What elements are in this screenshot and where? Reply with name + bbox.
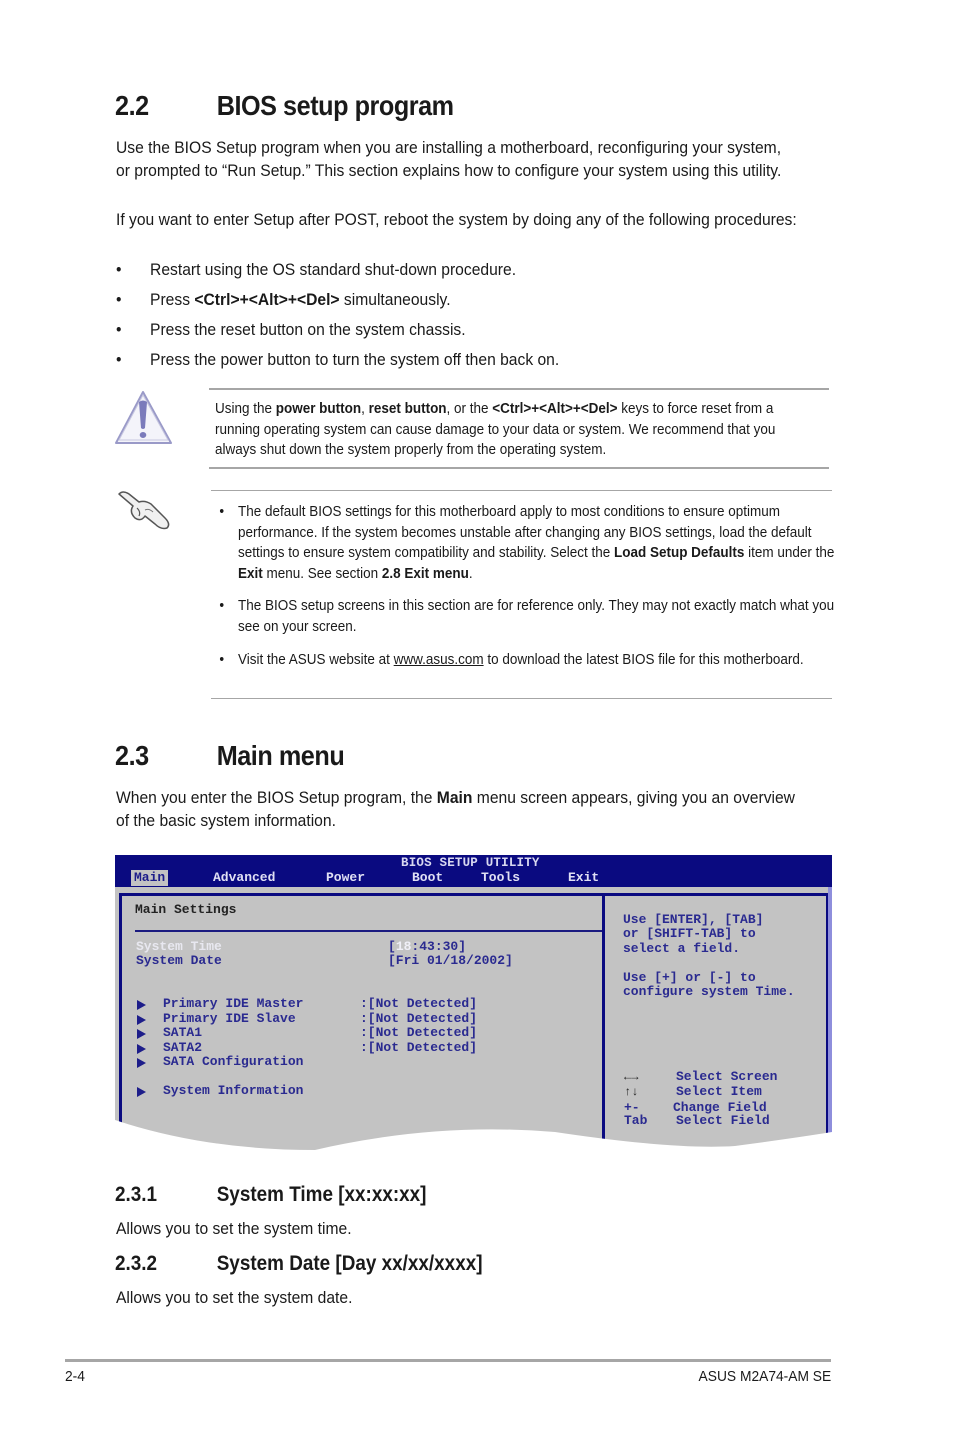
bios-heading: Main Settings [135, 902, 237, 917]
divider [135, 930, 602, 932]
asus-website-link[interactable]: www.asus.com [394, 652, 484, 668]
submenu-arrow-icon [137, 1087, 146, 1097]
product-name: ASUS M2A74-AM SE [698, 1368, 831, 1385]
bios-tab-exit[interactable]: Exit [568, 870, 599, 886]
help-line: or [SHIFT-TAB] to [623, 926, 756, 941]
bios-item-value: :[Not Detected] [360, 1040, 478, 1055]
divider [211, 698, 832, 699]
bullet-item: • Restart using the OS standard shut-down… [116, 260, 517, 279]
warning-triangle-icon [113, 389, 175, 447]
key-desc: Select Item [676, 1084, 762, 1099]
main-menu-paragraph: When you enter the BIOS Setup program, t… [116, 788, 795, 830]
section-heading-2-3: 2.3 Main menu [115, 740, 345, 771]
post-intro-paragraph: If you want to enter Setup after POST, r… [116, 210, 797, 229]
bios-item-value: :[Not Detected] [360, 1025, 478, 1040]
bios-tab-main[interactable]: Main [131, 870, 169, 886]
divider [211, 490, 832, 491]
hand-pointer-icon [115, 488, 173, 530]
torn-edge [115, 1120, 832, 1160]
left-right-arrows-icon: ←→ [624, 1070, 639, 1084]
submenu-arrow-icon [137, 1000, 146, 1010]
bios-item-sata1[interactable]: SATA1 [163, 1025, 202, 1041]
bios-title: BIOS SETUP UTILITY [401, 856, 540, 870]
page-number: 2-4 [65, 1368, 85, 1385]
section-heading-2-2: 2.2 BIOS setup program [115, 90, 454, 122]
help-line: configure system Time. [623, 984, 795, 999]
section-number: 2.2 [115, 90, 149, 121]
bullet-item: • Press the reset button on the system ch… [116, 320, 466, 339]
system-date-description: Allows you to set the system date. [116, 1288, 353, 1307]
submenu-arrow-icon [137, 1044, 146, 1054]
bios-tab-advanced[interactable]: Advanced [213, 870, 275, 886]
system-time-description: Allows you to set the system time. [116, 1219, 352, 1238]
divider [209, 388, 829, 390]
bullet-item: • Press the power button to turn the syst… [116, 350, 560, 369]
bios-menu-bar: BIOS SETUP UTILITY Main Advanced Power B… [115, 855, 832, 887]
note-bullet: • The BIOS setup screens in this section … [219, 598, 835, 635]
up-down-arrows-icon: ↑↓ [624, 1085, 639, 1099]
bios-screenshot: BIOS SETUP UTILITY Main Advanced Power B… [115, 855, 832, 1160]
footer-rule [65, 1359, 831, 1362]
submenu-arrow-icon [137, 1015, 146, 1025]
section-heading-2-3-1: 2.3.1 System Time [xx:xx:xx] [115, 1183, 427, 1206]
section-title: BIOS setup program [216, 90, 454, 121]
bios-item-system-information[interactable]: System Information [163, 1083, 303, 1099]
key-desc: Select Screen [676, 1069, 778, 1084]
submenu-arrow-icon [137, 1058, 146, 1068]
warning-text: Using the power button, reset button, or… [215, 401, 776, 458]
help-line: select a field. [623, 941, 741, 956]
note-bullet: • The default BIOS settings for this moth… [219, 504, 835, 582]
submenu-arrow-icon [137, 1029, 146, 1039]
intro-paragraph: Use the BIOS Setup program when you are … [116, 138, 782, 180]
system-date-value[interactable]: [Fri 01/18/2002] [388, 953, 513, 969]
system-date-label[interactable]: System Date [136, 953, 222, 969]
bios-tab-boot[interactable]: Boot [412, 870, 443, 886]
bios-tab-tools[interactable]: Tools [481, 870, 520, 886]
bullet-item: • Press <Ctrl>+<Alt>+<Del> simultaneously… [116, 290, 451, 309]
bios-tab-power[interactable]: Power [326, 870, 365, 886]
bios-item-value: :[Not Detected] [360, 996, 478, 1011]
section-heading-2-3-2: 2.3.2 System Date [Day xx/xx/xxxx] [115, 1252, 483, 1275]
bios-item-primary-ide-master[interactable]: Primary IDE Master [163, 996, 303, 1012]
note-bullet: • Visit the ASUS website at www.asus.com … [219, 652, 804, 668]
divider [209, 467, 829, 469]
bios-item-sata-configuration[interactable]: SATA Configuration [163, 1054, 303, 1070]
